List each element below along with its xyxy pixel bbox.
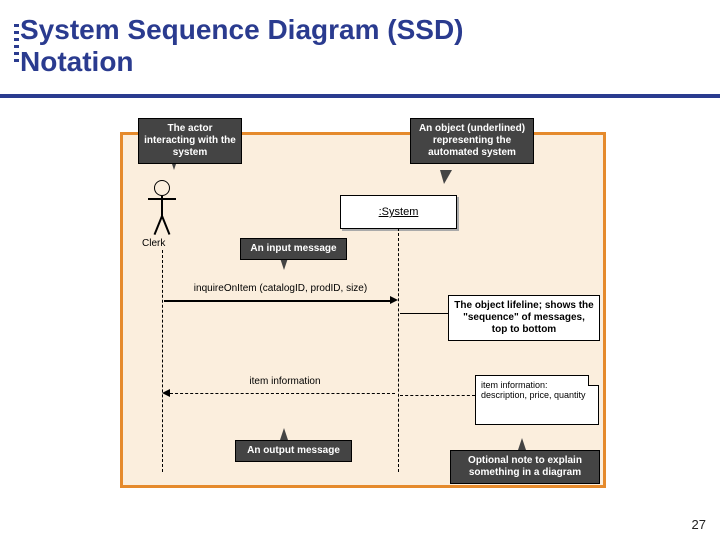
- ssd-diagram: The actor interacting with the system An…: [120, 120, 600, 500]
- page-number: 27: [692, 517, 706, 532]
- title-accent: [14, 24, 19, 74]
- callout-object: An object (underlined) representing the …: [410, 118, 534, 164]
- message-output-label: item information: [215, 376, 355, 387]
- callout-output-message: An output message: [235, 440, 352, 462]
- message-input-arrow: [164, 300, 392, 302]
- callout-object-tail: [440, 170, 452, 184]
- arrow-head-left-icon: [162, 389, 170, 397]
- callout-lifeline-connector: [400, 313, 448, 314]
- note-text: item information: description, price, qu…: [481, 380, 586, 400]
- system-object-box: :System: [340, 195, 457, 229]
- callout-lifeline: The object lifeline; shows the "sequence…: [448, 295, 600, 341]
- actor-label: Clerk: [142, 238, 165, 249]
- callout-note: Optional note to explain something in a …: [450, 450, 600, 484]
- title-line-1: System Sequence Diagram (SSD): [20, 14, 464, 45]
- message-input-label: inquireOnItem (catalogID, prodID, size): [168, 283, 393, 294]
- lifeline-actor: [162, 250, 163, 472]
- callout-note-tail: [518, 438, 526, 450]
- uml-note: item information: description, price, qu…: [475, 375, 599, 425]
- note-fold-icon: [588, 375, 599, 386]
- callout-actor: The actor interacting with the system: [138, 118, 242, 164]
- callout-output-tail: [280, 428, 288, 440]
- lifeline-system: [398, 228, 399, 472]
- actor-stick-figure: Clerk: [146, 180, 178, 248]
- title-line-2: Notation: [20, 46, 134, 77]
- slide-title: System Sequence Diagram (SSD) Notation: [20, 14, 464, 78]
- note-anchor-line: [400, 395, 475, 396]
- title-divider: [0, 94, 720, 98]
- message-output-arrow: [170, 393, 395, 394]
- callout-input-message: An input message: [240, 238, 347, 260]
- arrow-head-right-icon: [390, 296, 398, 304]
